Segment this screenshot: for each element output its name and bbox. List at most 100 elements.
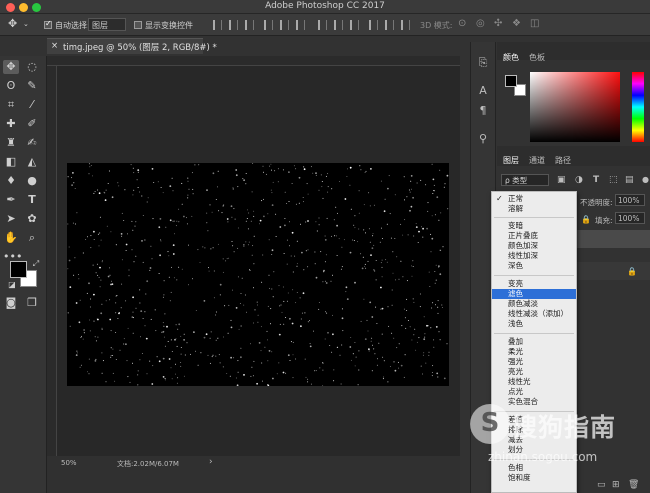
blend-mode-item[interactable]: 浅色: [492, 319, 576, 329]
lasso-tool-icon[interactable]: ʘ: [3, 79, 19, 93]
blend-mode-item[interactable]: 饱和度: [492, 473, 576, 483]
swap-colors-icon[interactable]: ⤢: [28, 257, 44, 271]
tab-layers[interactable]: 图层: [503, 155, 519, 166]
layer-filter-select[interactable]: ρ 类型: [501, 174, 549, 186]
distribute-left-icon[interactable]: [369, 20, 378, 30]
brush-tool-icon[interactable]: ✐: [24, 117, 40, 131]
marquee-tool-icon[interactable]: ◌: [24, 60, 40, 74]
type-tool-icon[interactable]: T: [24, 193, 40, 207]
filter-shape-icon[interactable]: ⬚: [609, 175, 618, 185]
menu-separator: [494, 333, 574, 334]
blend-mode-item[interactable]: 颜色加深: [492, 241, 576, 251]
pen-tool-icon[interactable]: ✒: [3, 193, 19, 207]
blend-mode-item[interactable]: 亮光: [492, 367, 576, 377]
fill-input[interactable]: 100%: [615, 212, 645, 224]
quick-select-tool-icon[interactable]: ✎: [24, 79, 40, 93]
orbit-3d-icon[interactable]: ⊙: [458, 18, 466, 29]
hue-slider[interactable]: [632, 72, 644, 142]
scale-3d-icon[interactable]: ◫: [530, 18, 539, 29]
quick-mask-icon[interactable]: ◙: [3, 296, 19, 310]
chevron-right-icon[interactable]: ›: [209, 457, 213, 467]
zoom-level[interactable]: 50%: [61, 459, 77, 467]
move-tool-icon[interactable]: ✥: [8, 17, 17, 30]
blend-mode-item[interactable]: 颜色减淡: [492, 299, 576, 309]
blend-mode-item[interactable]: ✓ 正常: [492, 194, 576, 204]
filter-smart-icon[interactable]: ▤: [625, 175, 634, 185]
blend-mode-item[interactable]: 色相: [492, 463, 576, 473]
roll-3d-icon[interactable]: ◎: [476, 18, 485, 29]
screen-mode-icon[interactable]: ❐: [24, 296, 40, 310]
path-select-icon[interactable]: ➤: [3, 212, 19, 226]
align-right-icon[interactable]: [296, 20, 305, 30]
distribute-top-icon[interactable]: [318, 20, 327, 30]
filter-pixel-icon[interactable]: ▣: [557, 175, 566, 185]
tab-color[interactable]: 颜色: [503, 52, 519, 63]
slide-3d-icon[interactable]: ❖: [512, 18, 521, 29]
delete-layer-icon[interactable]: 🗑: [628, 480, 639, 490]
healing-brush-icon[interactable]: ✚: [3, 117, 19, 131]
auto-select-dropdown[interactable]: 图层: [88, 18, 126, 31]
zoom-tool-icon[interactable]: ⌕: [24, 231, 40, 245]
history-panel-icon[interactable]: ⎘: [476, 56, 490, 70]
blend-mode-item-screen[interactable]: 滤色: [492, 289, 576, 299]
crop-tool-icon[interactable]: ⌗: [3, 98, 19, 112]
blend-mode-item[interactable]: 点光: [492, 387, 576, 397]
blend-mode-item[interactable]: 正片叠底: [492, 231, 576, 241]
foreground-color-swatch[interactable]: [10, 261, 27, 278]
clone-stamp-icon[interactable]: ♜: [3, 136, 19, 150]
blur-tool-icon[interactable]: ♦: [3, 174, 19, 188]
new-layer-icon[interactable]: ⊞: [612, 480, 620, 490]
blend-mode-item[interactable]: 线性光: [492, 377, 576, 387]
paint-bucket-icon[interactable]: ◭: [24, 155, 40, 169]
distribute-bottom-icon[interactable]: [350, 20, 359, 30]
blend-mode-dropdown[interactable]: ✓ 正常 溶解 变暗 正片叠底 颜色加深 线性加深 深色 变亮 滤色 颜色减淡 线…: [491, 191, 577, 493]
blend-mode-item[interactable]: 变暗: [492, 221, 576, 231]
auto-select-checkbox[interactable]: [44, 19, 52, 29]
hand-tool-icon[interactable]: ✋: [3, 231, 19, 245]
default-colors-icon[interactable]: ◪: [4, 278, 20, 292]
close-tab-icon[interactable]: ×: [51, 41, 58, 51]
move-tool-icon[interactable]: ✥: [3, 60, 19, 74]
blend-mode-item[interactable]: 溶解: [492, 204, 576, 214]
document-canvas[interactable]: [67, 163, 449, 386]
show-transform-checkbox[interactable]: [134, 21, 142, 29]
distribute-middle-icon[interactable]: [334, 20, 343, 30]
eraser-tool-icon[interactable]: ◧: [3, 155, 19, 169]
align-left-icon[interactable]: [264, 20, 273, 30]
blend-mode-item[interactable]: 深色: [492, 261, 576, 271]
align-top-icon[interactable]: [213, 20, 222, 30]
blend-mode-item[interactable]: 叠加: [492, 337, 576, 347]
color-fg-swatch[interactable]: [505, 75, 517, 87]
blend-mode-item[interactable]: 强光: [492, 357, 576, 367]
tab-swatches[interactable]: 色板: [529, 52, 545, 63]
paragraph-panel-icon[interactable]: ¶: [476, 104, 490, 118]
blend-mode-item[interactable]: 线性加深: [492, 251, 576, 261]
chevron-down-icon[interactable]: ⌄: [23, 20, 29, 28]
distribute-center-icon[interactable]: [385, 20, 394, 30]
align-center-icon[interactable]: [280, 20, 289, 30]
dodge-tool-icon[interactable]: ●: [24, 174, 40, 188]
blend-mode-item[interactable]: 变亮: [492, 279, 576, 289]
distribute-right-icon[interactable]: [401, 20, 410, 30]
tab-paths[interactable]: 路径: [555, 155, 571, 166]
lock-icon[interactable]: 🔒: [581, 215, 591, 224]
tab-channels[interactable]: 通道: [529, 155, 545, 166]
color-picker-field[interactable]: [530, 72, 620, 142]
custom-shape-icon[interactable]: ✿: [24, 212, 40, 226]
history-brush-icon[interactable]: ✍: [24, 136, 40, 150]
blend-mode-item[interactable]: 柔光: [492, 347, 576, 357]
character-panel-icon[interactable]: A: [476, 84, 490, 98]
properties-panel-icon[interactable]: ⚲: [476, 132, 490, 146]
blend-mode-item[interactable]: 实色混合: [492, 397, 576, 407]
new-group-icon[interactable]: ▭: [597, 480, 606, 490]
align-bottom-icon[interactable]: [245, 20, 254, 30]
document-tab[interactable]: × timg.jpeg @ 50% (图层 2, RGB/8#) *: [47, 38, 217, 54]
filter-adjustment-icon[interactable]: ◑: [575, 175, 583, 185]
pan-3d-icon[interactable]: ✣: [494, 18, 502, 29]
filter-type-icon[interactable]: T: [593, 175, 599, 185]
blend-mode-item[interactable]: 线性减淡（添加）: [492, 309, 576, 319]
opacity-input[interactable]: 100%: [615, 194, 645, 206]
filter-toggle-icon[interactable]: ●: [642, 175, 649, 184]
eyedropper-tool-icon[interactable]: ⁄: [24, 98, 40, 112]
align-middle-icon[interactable]: [229, 20, 238, 30]
